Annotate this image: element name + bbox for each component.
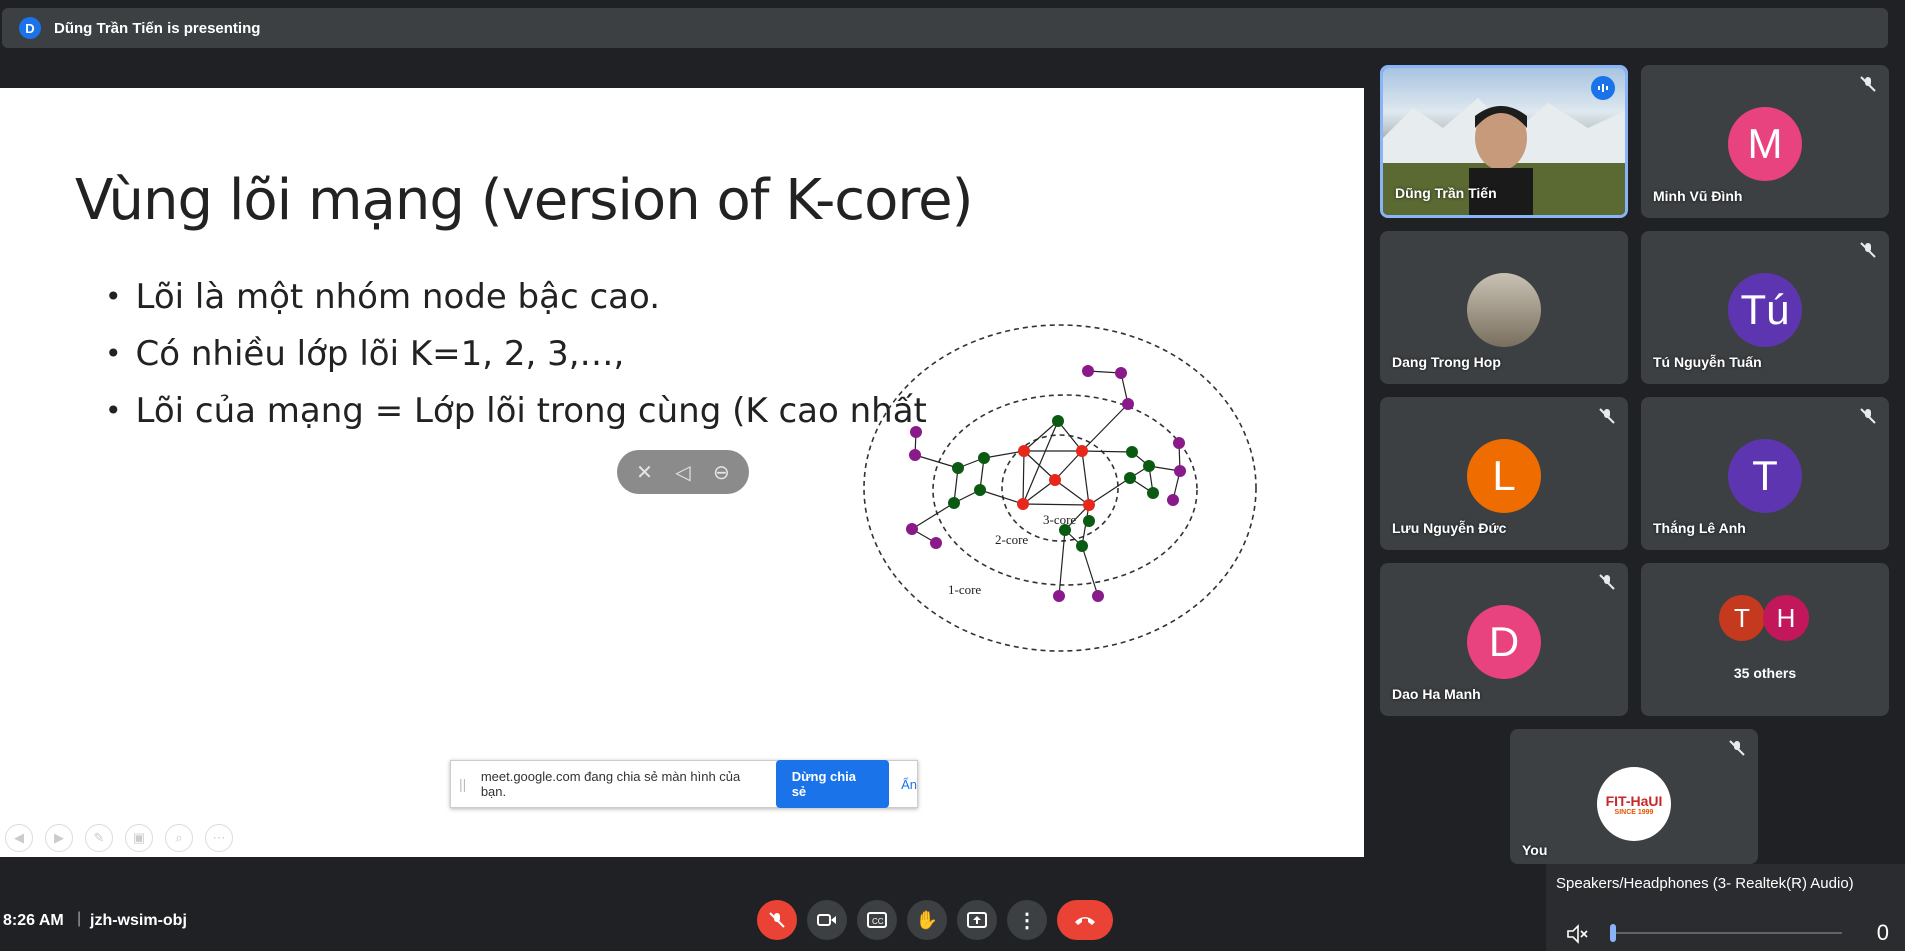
call-controls: CC ✋ ⋮ (757, 900, 1113, 940)
participant-name: Minh Vũ Đình (1653, 188, 1743, 204)
present-icon (967, 912, 987, 928)
mic-off-icon (769, 912, 785, 928)
presentation-controls-pill[interactable]: ✕ ◁ ⊖ (617, 450, 749, 494)
participant-name: Dang Trong Hop (1392, 354, 1501, 370)
remove-icon[interactable]: ⊖ (713, 460, 730, 485)
mic-toggle-button[interactable] (757, 900, 797, 940)
participant-name: Thắng Lê Anh (1653, 520, 1746, 536)
participant-tile[interactable]: D Dao Ha Manh (1380, 563, 1628, 716)
slide-nav-controls: ◀ ▶ ✎ ▣ ⌕ ⋯ (5, 824, 233, 852)
self-tile[interactable]: FIT-HaUI SINCE 1999 You (1510, 729, 1758, 864)
avatar: T (1719, 595, 1765, 641)
mic-off-icon (1860, 242, 1876, 258)
presenting-banner: D Dũng Trần Tiến is presenting (2, 8, 1888, 48)
share-message: meet.google.com đang chia sẻ màn hình củ… (480, 769, 741, 799)
volume-slider-thumb[interactable] (1610, 924, 1616, 942)
leave-call-button[interactable] (1057, 900, 1113, 940)
volume-value: 0 (1876, 920, 1889, 945)
participant-tile[interactable]: Dang Trong Hop (1380, 231, 1628, 384)
label-3-core: 3-core (1043, 512, 1076, 527)
mic-off-icon (1599, 574, 1615, 590)
share-notification-bar: || meet.google.com đang chia sẻ màn hình… (450, 760, 918, 808)
participant-tile[interactable]: Tú Tú Nguyễn Tuấn (1641, 231, 1889, 384)
participant-name: You (1522, 842, 1548, 858)
camera-icon (817, 914, 836, 926)
speaking-indicator-icon (1591, 76, 1615, 100)
avatar: L (1467, 439, 1541, 513)
avatar: M (1728, 107, 1802, 181)
raise-hand-button[interactable]: ✋ (907, 900, 947, 940)
captions-icon: CC (867, 912, 887, 928)
avatar-photo (1467, 273, 1541, 347)
participant-tile[interactable]: L Lưu Nguyễn Đức (1380, 397, 1628, 550)
captions-button[interactable]: CC (857, 900, 897, 940)
drag-handle-icon[interactable]: || (459, 776, 475, 792)
next-slide-icon[interactable]: ▶ (45, 824, 73, 852)
more-vert-icon: ⋮ (1017, 909, 1037, 932)
pen-icon[interactable]: ✎ (85, 824, 113, 852)
mic-off-icon (1860, 76, 1876, 92)
stop-sharing-button[interactable]: Dừng chia sẻ (775, 760, 890, 808)
participant-name: Dũng Trần Tiến (1395, 185, 1497, 201)
meeting-code: jzh-wsim-obj (90, 912, 187, 929)
mic-off-icon (1729, 740, 1745, 756)
participant-name: Lưu Nguyễn Đức (1392, 520, 1507, 536)
participant-name: Tú Nguyễn Tuấn (1653, 354, 1762, 370)
slides-icon[interactable]: ▣ (125, 824, 153, 852)
slide-bullets: • Lõi là một nhóm node bậc cao. • Có nhiều… (105, 268, 927, 439)
mic-off-icon (1860, 408, 1876, 424)
mic-off-icon (1599, 408, 1615, 424)
fit-haui-logo: FIT-HaUI SINCE 1999 (1597, 767, 1671, 841)
volume-slider-track[interactable] (1614, 932, 1842, 934)
others-count: 35 others (1733, 665, 1797, 681)
label-1-core: 1-core (948, 582, 981, 597)
zoom-icon[interactable]: ⌕ (165, 824, 193, 852)
pin-off-icon[interactable]: ✕ (636, 460, 653, 485)
presenting-text: Dũng Trần Tiến is presenting (54, 19, 261, 37)
separator: | (77, 910, 82, 927)
participant-name: Dao Ha Manh (1392, 686, 1481, 702)
shared-screen: Vùng lõi mạng (version of K-core) • Lõi l… (0, 88, 1364, 857)
avatar: D (1467, 605, 1541, 679)
hang-up-icon (1075, 917, 1095, 925)
present-button[interactable] (957, 900, 997, 940)
volume-mute-icon[interactable] (1566, 924, 1590, 944)
camera-toggle-button[interactable] (807, 900, 847, 940)
others-tile[interactable]: T H 35 others (1641, 563, 1889, 716)
avatar: H (1763, 595, 1809, 641)
more-options-button[interactable]: ⋮ (1007, 900, 1047, 940)
audio-device-label: Speakers/Headphones (3- Realtek(R) Audio… (1556, 875, 1854, 892)
slide-title: Vùng lõi mạng (version of K-core) (75, 168, 973, 233)
avatar: T (1728, 439, 1802, 513)
participant-tile[interactable]: T Thắng Lê Anh (1641, 397, 1889, 550)
label-2-core: 2-core (995, 532, 1028, 547)
presenter-avatar: D (19, 17, 41, 39)
clock: 8:26 AM (3, 912, 64, 929)
svg-text:CC: CC (872, 917, 884, 926)
avatar: Tú (1728, 273, 1802, 347)
mute-off-icon[interactable]: ◁ (675, 460, 690, 485)
hand-icon: ✋ (915, 909, 939, 930)
bullet-item: • Có nhiều lớp lõi K=1, 2, 3,…, (105, 333, 625, 374)
bullet-item: • Lõi của mạng = Lớp lõi trong cùng (K ca… (105, 390, 927, 431)
bullet-item: • Lõi là một nhóm node bậc cao. (105, 276, 661, 317)
more-icon[interactable]: ⋯ (205, 824, 233, 852)
prev-slide-icon[interactable]: ◀ (5, 824, 33, 852)
participant-tile[interactable]: Dũng Trần Tiến (1380, 65, 1628, 218)
k-core-diagram: 3-core 2-core 1-core (863, 324, 1257, 652)
audio-output-panel: Speakers/Headphones (3- Realtek(R) Audio… (1546, 864, 1905, 951)
hide-button[interactable]: Ẩn (901, 777, 917, 792)
participant-tile[interactable]: M Minh Vũ Đình (1641, 65, 1889, 218)
